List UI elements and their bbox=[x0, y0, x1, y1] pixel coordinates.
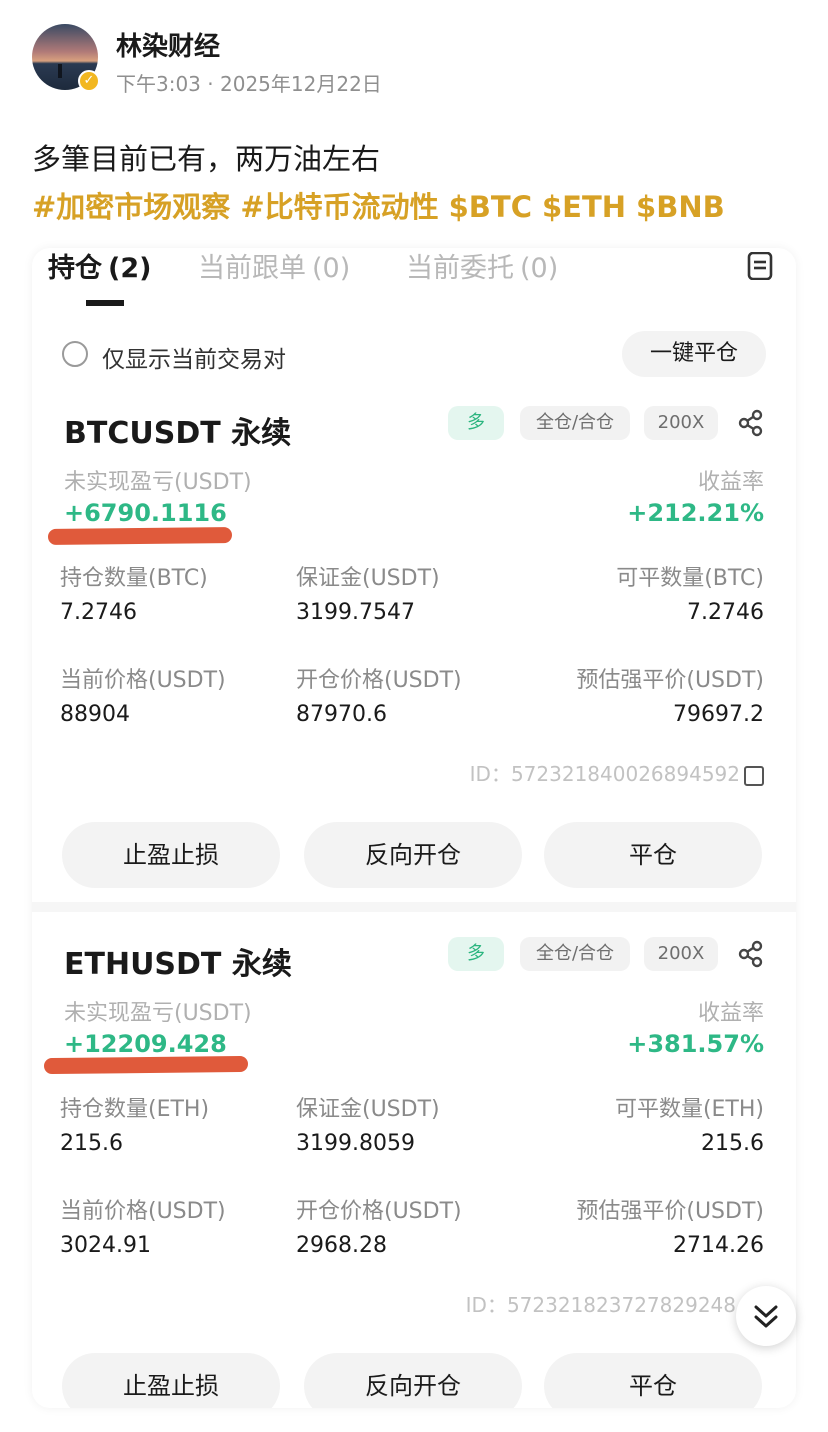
position-size-label: 持仓数量(BTC) bbox=[60, 566, 208, 591]
double-chevron-down-icon bbox=[754, 1305, 778, 1328]
tab-open-orders-label: 当前委托 bbox=[406, 253, 514, 284]
entry-price-label: 开仓价格(USDT) bbox=[296, 668, 462, 693]
margin-mode-badge[interactable]: 全仓/合仓 bbox=[520, 937, 630, 971]
entry-price-value: 87970.6 bbox=[296, 702, 387, 727]
closable-size-label: 可平数量(BTC) bbox=[616, 566, 764, 591]
unrealized-pnl-label: 未实现盈亏(USDT) bbox=[64, 470, 252, 495]
tab-bar: 持仓 (2) 当前跟单 (0) 当前委托 (0) bbox=[48, 248, 788, 288]
position-id: ID：572321823727829248 bbox=[466, 1289, 736, 1318]
post-text: 多筆目前已有，两万油左右 bbox=[32, 142, 381, 176]
roe-label: 收益率 bbox=[697, 470, 764, 495]
author-name[interactable]: 林染财经 bbox=[116, 26, 220, 63]
liq-price-value: 2714.26 bbox=[673, 1233, 764, 1258]
tab-positions[interactable]: 持仓 (2) bbox=[48, 248, 151, 285]
reverse-position-button[interactable]: 反向开仓 bbox=[304, 1353, 522, 1408]
order-history-icon[interactable] bbox=[746, 252, 774, 280]
tp-sl-button[interactable]: 止盈止损 bbox=[62, 822, 280, 888]
cashtag-bnb[interactable]: $BNB bbox=[636, 190, 725, 224]
red-highlight-mark bbox=[43, 1055, 249, 1075]
id-prefix: ID： bbox=[469, 762, 511, 786]
post-date: 2025年12月22日 bbox=[220, 72, 382, 96]
position-id: ID：572321840026894592 bbox=[470, 758, 764, 787]
meta-dot: · bbox=[207, 72, 220, 96]
close-position-button[interactable]: 平仓 bbox=[544, 1353, 762, 1408]
current-pair-only-label: 仅显示当前交易对 bbox=[102, 347, 286, 373]
tab-open-orders[interactable]: 当前委托 (0) bbox=[406, 248, 558, 285]
position-size-value: 7.2746 bbox=[60, 600, 137, 625]
share-icon[interactable] bbox=[736, 939, 766, 969]
margin-label: 保证金(USDT) bbox=[296, 566, 440, 591]
post-meta: 下午3:03 · 2025年12月22日 bbox=[116, 68, 382, 97]
tab-positions-label: 持仓 bbox=[48, 253, 102, 284]
current-price-label: 当前价格(USDT) bbox=[60, 668, 226, 693]
scroll-to-bottom-button[interactable] bbox=[736, 1286, 796, 1346]
id-prefix: ID： bbox=[465, 1293, 507, 1317]
side-badge: 多 bbox=[448, 406, 504, 440]
positions-screenshot-card: 持仓 (2) 当前跟单 (0) 当前委托 (0) 仅显示当前交易对 一键平仓 BTCU… bbox=[32, 248, 796, 1408]
leverage-badge[interactable]: 200X bbox=[644, 406, 718, 440]
position-id-value: 572321840026894592 bbox=[510, 762, 740, 786]
closable-size-value: 7.2746 bbox=[687, 600, 764, 625]
unrealized-pnl-value: +12209.428 bbox=[64, 1030, 227, 1058]
current-price-label: 当前价格(USDT) bbox=[60, 1199, 226, 1224]
position-size-value: 215.6 bbox=[60, 1131, 123, 1156]
current-price-value: 3024.91 bbox=[60, 1233, 151, 1258]
active-tab-indicator bbox=[86, 300, 124, 306]
reverse-position-button[interactable]: 反向开仓 bbox=[304, 822, 522, 888]
leverage-badge[interactable]: 200X bbox=[644, 937, 718, 971]
margin-label: 保证金(USDT) bbox=[296, 1097, 440, 1122]
entry-price-label: 开仓价格(USDT) bbox=[296, 1199, 462, 1224]
unrealized-pnl-label: 未实现盈亏(USDT) bbox=[64, 1001, 252, 1026]
tab-copy-trades[interactable]: 当前跟单 (0) bbox=[198, 248, 350, 285]
tab-copy-trades-count: (0) bbox=[312, 253, 351, 284]
margin-mode-badge[interactable]: 全仓/合仓 bbox=[520, 406, 630, 440]
unrealized-pnl-value: +6790.1116 bbox=[64, 499, 227, 527]
tp-sl-button[interactable]: 止盈止损 bbox=[62, 1353, 280, 1408]
roe-label: 收益率 bbox=[697, 1001, 764, 1026]
avatar-silhouette bbox=[58, 64, 62, 78]
tab-copy-trades-label: 当前跟单 bbox=[198, 253, 306, 284]
side-badge: 多 bbox=[448, 937, 504, 971]
entry-price-value: 2968.28 bbox=[296, 1233, 387, 1258]
position-card-btc: BTCUSDT 永续 多 全仓/合仓 200X 未实现盈亏(USDT) 收益率 … bbox=[32, 406, 796, 926]
liq-price-label: 预估强平价(USDT) bbox=[576, 1199, 764, 1224]
hashtag-btc-liquidity[interactable]: #比特币流动性 bbox=[240, 190, 438, 224]
copy-icon[interactable] bbox=[744, 765, 764, 786]
roe-value: +212.21% bbox=[627, 499, 764, 527]
cashtag-eth[interactable]: $ETH bbox=[542, 190, 626, 224]
verified-badge-icon: ✓ bbox=[78, 70, 100, 92]
position-card-eth: ETHUSDT 永续 多 全仓/合仓 200X 未实现盈亏(USDT) 收益率 … bbox=[32, 937, 796, 1408]
roe-value: +381.57% bbox=[627, 1030, 764, 1058]
section-divider bbox=[32, 902, 796, 912]
position-id-value: 572321823727829248 bbox=[506, 1293, 736, 1317]
margin-value: 3199.8059 bbox=[296, 1131, 415, 1156]
current-price-value: 88904 bbox=[60, 702, 130, 727]
liq-price-value: 79697.2 bbox=[673, 702, 764, 727]
liq-price-label: 预估强平价(USDT) bbox=[576, 668, 764, 693]
tab-open-orders-count: (0) bbox=[520, 253, 559, 284]
position-symbol[interactable]: ETHUSDT 永续 bbox=[64, 939, 292, 983]
tab-positions-count: (2) bbox=[108, 253, 152, 284]
hashtag-crypto-market[interactable]: #加密市场观察 bbox=[32, 190, 230, 224]
red-highlight-mark bbox=[47, 527, 233, 545]
share-icon[interactable] bbox=[736, 408, 766, 438]
post-tags: #加密市场观察 #比特币流动性 $BTC $ETH $BNB bbox=[32, 184, 735, 226]
cashtag-btc[interactable]: $BTC bbox=[449, 190, 532, 224]
closable-size-value: 215.6 bbox=[701, 1131, 764, 1156]
close-all-button[interactable]: 一键平仓 bbox=[622, 331, 766, 377]
position-size-label: 持仓数量(ETH) bbox=[60, 1097, 210, 1122]
close-position-button[interactable]: 平仓 bbox=[544, 822, 762, 888]
current-pair-only-checkbox[interactable] bbox=[62, 341, 88, 367]
position-symbol[interactable]: BTCUSDT 永续 bbox=[64, 408, 291, 452]
closable-size-label: 可平数量(ETH) bbox=[614, 1097, 764, 1122]
margin-value: 3199.7547 bbox=[296, 600, 415, 625]
post-time: 下午3:03 bbox=[116, 72, 201, 96]
